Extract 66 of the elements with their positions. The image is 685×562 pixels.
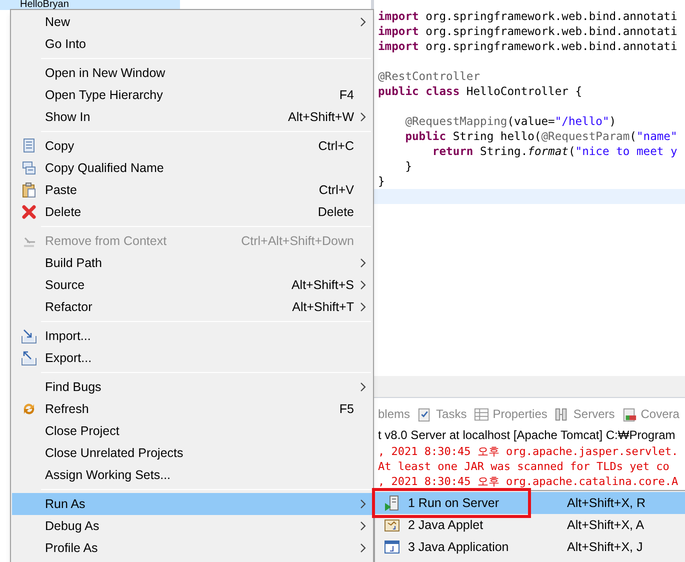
code-line: } <box>404 160 412 173</box>
menu-item[interactable]: Profile As <box>12 537 372 559</box>
table-icon <box>474 406 489 422</box>
chevron-right-icon <box>360 258 366 268</box>
menu-item[interactable]: Build Path <box>12 252 372 274</box>
chevron-right-icon <box>360 499 366 509</box>
menu-item[interactable]: Close Project <box>12 420 372 442</box>
copy-icon <box>20 160 36 176</box>
menu-item[interactable]: 1 Run on Server Alt+Shift+X, R <box>375 492 685 514</box>
code-line: import org.springframework.web.bind.annotati <box>378 40 678 53</box>
chevron-right-icon <box>360 112 366 122</box>
import-icon <box>20 328 36 344</box>
console-line: , 2021 8:30:45 오후 org.apache.jasper.servlet. <box>378 444 678 459</box>
menu-item[interactable]: Run As <box>12 493 372 515</box>
menu-item[interactable]: Close Unrelated Projects <box>12 442 372 464</box>
menu-item[interactable]: New <box>12 11 372 33</box>
menu-item[interactable]: Refresh F5 <box>12 398 372 420</box>
horizontal-scrollbar[interactable] <box>372 376 685 398</box>
menu-item[interactable]: Find Bugs <box>12 376 372 398</box>
menu-item[interactable]: Debug As <box>12 515 372 537</box>
chevron-right-icon <box>360 302 366 312</box>
window-icon <box>384 539 400 555</box>
menu-item[interactable]: Source Alt+Shift+S <box>12 274 372 296</box>
panel-tab[interactable]: blems <box>378 405 410 423</box>
menu-item[interactable]: Assign Working Sets... <box>12 464 372 486</box>
code-line: import org.springframework.web.bind.annotati <box>378 10 678 23</box>
panel-tab[interactable]: Properties <box>474 405 548 423</box>
code-line: @RequestMapping(value="/hello") <box>404 115 616 128</box>
code-line: public class HelloController { <box>378 85 582 98</box>
console-title: t v8.0 Server at localhost [Apache Tomcat] C:₩Program <box>378 427 676 444</box>
menu-item[interactable]: Copy Qualified Name <box>12 157 372 179</box>
menu-item[interactable]: 3 Java Application Alt+Shift+X, J <box>375 536 685 558</box>
console-line: , 2021 8:30:45 오후 org.apache.catalina.core.A <box>378 474 678 489</box>
delete-icon <box>20 204 36 220</box>
menu-item[interactable]: Open Type Hierarchy F4 <box>12 84 372 106</box>
copy-icon <box>20 138 36 154</box>
menu-item[interactable]: Show In Alt+Shift+W <box>12 106 372 128</box>
console-line: At least one JAR was scanned for TLDs yet co <box>378 459 670 474</box>
clipboard-icon <box>417 406 432 422</box>
chevron-right-icon <box>360 17 366 27</box>
panel-tab[interactable]: Tasks <box>417 405 467 423</box>
code-line: @RestController <box>378 70 480 83</box>
chevron-right-icon <box>360 280 366 290</box>
menu-item[interactable]: Import... <box>12 325 372 347</box>
tree-item[interactable]: HelloBryan <box>0 0 180 10</box>
panel-tab[interactable]: Covera <box>622 405 680 423</box>
chevron-right-icon <box>360 382 366 392</box>
code-line: } <box>378 175 385 188</box>
menu-item[interactable]: Export... <box>12 347 372 369</box>
applet-icon <box>384 517 400 533</box>
menu-item[interactable]: Refactor Alt+Shift+T <box>12 296 372 318</box>
coverage-icon <box>622 406 637 422</box>
menu-item[interactable]: Open in New Window <box>12 62 372 84</box>
chevron-right-icon <box>360 543 366 553</box>
panel-tab[interactable]: Servers <box>554 405 615 423</box>
code-line: public String hello(@RequestParam("name" <box>404 130 678 143</box>
chevron-right-icon <box>360 521 366 531</box>
clipboard-icon <box>20 182 36 198</box>
code-line: return String.format("nice to meet y <box>431 145 678 158</box>
menu-item[interactable]: 2 Java Applet Alt+Shift+X, A <box>375 514 685 536</box>
menu-item[interactable]: Delete Delete <box>12 201 372 223</box>
menu-item[interactable]: Copy Ctrl+C <box>12 135 372 157</box>
export-icon <box>20 350 36 366</box>
menu-item[interactable]: Go Into <box>12 33 372 55</box>
menu-item[interactable]: Paste Ctrl+V <box>12 179 372 201</box>
code-line: import org.springframework.web.bind.annotati <box>378 25 678 38</box>
